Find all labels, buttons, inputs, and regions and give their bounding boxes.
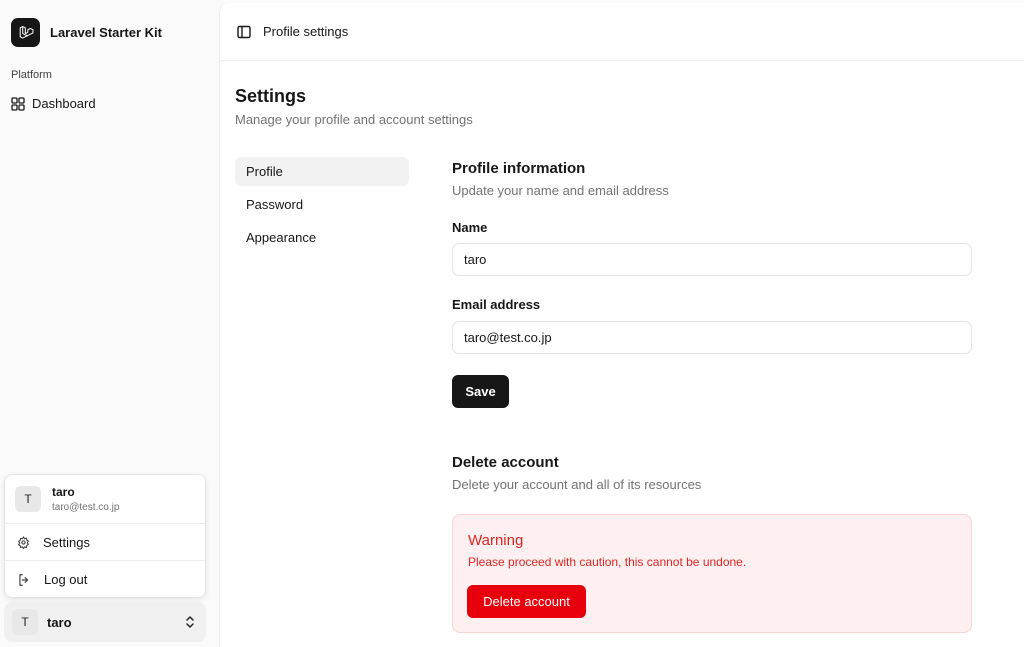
nav-group-label: Platform [11,69,52,81]
sidebar-item-label: Dashboard [32,96,96,111]
delete-account-button[interactable]: Delete account [467,585,586,618]
gear-icon [17,535,30,549]
laravel-logo-icon [11,18,40,47]
layout-grid-icon [11,96,25,111]
brand-name: Laravel Starter Kit [50,25,162,40]
profile-section: Profile information Update your name and… [452,160,972,198]
page-subtitle: Manage your profile and account settings [235,112,473,127]
email-input[interactable] [452,321,972,354]
page-title: Settings [235,86,307,106]
settings-nav-appearance[interactable]: Appearance [235,223,409,252]
user-email: taro@test.co.jp [52,502,120,513]
name-label: Name [452,220,488,235]
sidebar-toggle-icon[interactable] [237,25,251,39]
breadcrumb[interactable]: Profile settings [263,24,348,39]
email-label: Email address [452,297,541,312]
menu-item-label: Settings [43,534,90,550]
settings-nav: Profile Password Appearance [235,157,409,256]
warning-box: Warning Please proceed with caution, thi… [452,514,972,633]
save-button[interactable]: Save [452,375,509,408]
user-dropdown-menu: T taro taro@test.co.jp Settings Log out [4,474,206,598]
brand[interactable]: Laravel Starter Kit [11,18,162,47]
sidebar-item-dashboard[interactable]: Dashboard [11,96,96,111]
warning-text: Please proceed with caution, this cannot… [468,555,747,569]
settings-nav-profile[interactable]: Profile [235,157,409,186]
menu-item-label: Log out [44,572,88,587]
top-bar: Profile settings [220,3,1024,61]
section-title: Profile information [452,160,586,177]
settings-nav-password[interactable]: Password [235,190,409,219]
user-menu-header: T taro taro@test.co.jp [5,475,205,524]
section-subtitle: Delete your account and all of its resou… [452,477,702,492]
name-input[interactable] [452,243,972,276]
avatar: T [12,609,38,635]
menu-item-settings[interactable]: Settings [5,524,205,561]
delete-account-section: Delete account Delete your account and a… [452,454,972,492]
user-name: taro [52,485,75,499]
main-content: Profile settings Settings Manage your pr… [219,3,1024,647]
section-subtitle: Update your name and email address [452,183,669,198]
section-title: Delete account [452,454,559,471]
menu-item-logout[interactable]: Log out [5,561,205,598]
sidebar: Laravel Starter Kit Platform Dashboard T… [0,0,219,647]
logout-icon [19,573,29,586]
chevrons-up-down-icon [186,616,194,628]
user-name: taro [47,614,72,630]
user-menu-trigger[interactable]: T taro [4,602,206,642]
avatar: T [15,486,41,512]
warning-title: Warning [468,532,524,549]
